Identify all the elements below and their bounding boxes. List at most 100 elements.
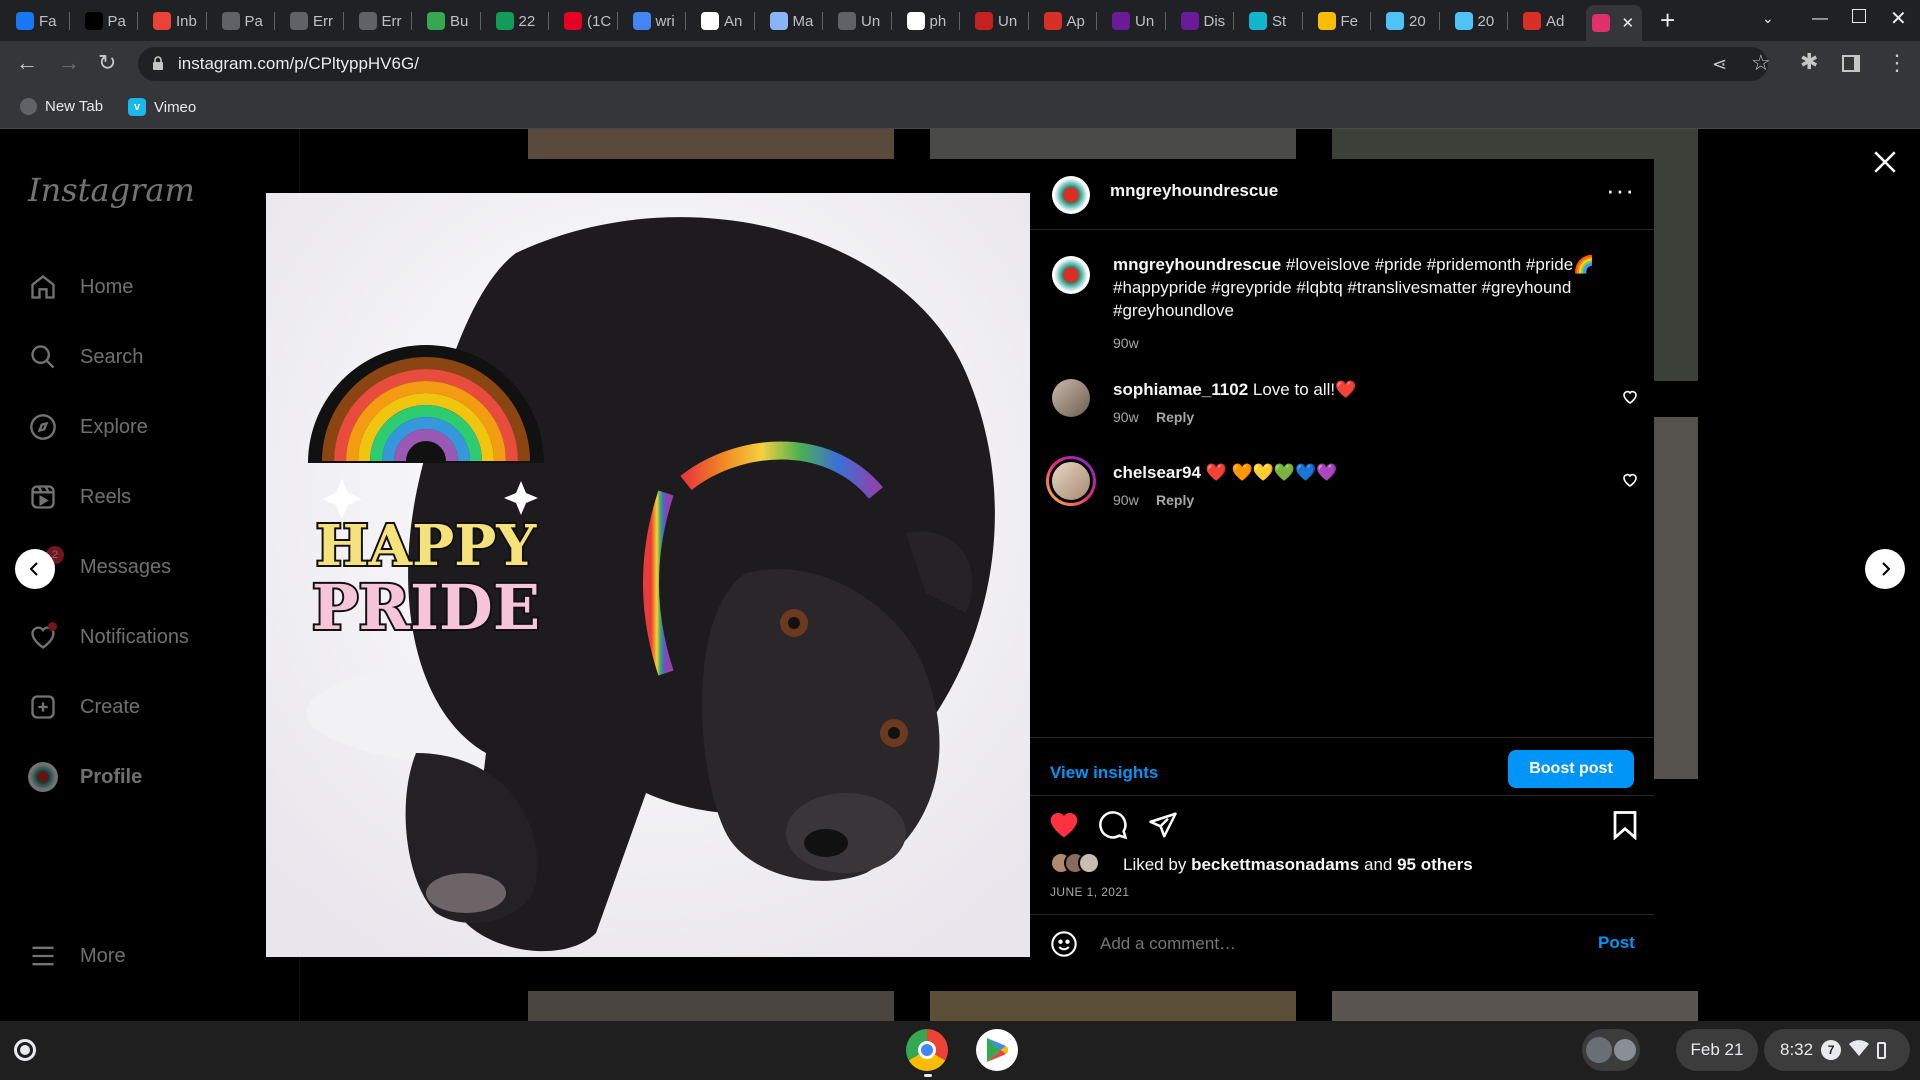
next-post-button[interactable] [1865, 549, 1905, 589]
status-tray[interactable]: 8:32 7 [1764, 1029, 1910, 1071]
browser-tab[interactable]: Inb [147, 8, 203, 34]
search-icon [28, 342, 58, 372]
post-image[interactable]: HAPPY PRIDE [266, 193, 1030, 957]
browser-tab[interactable]: Ad [1517, 8, 1573, 34]
comment-input[interactable] [1100, 929, 1540, 959]
restore-button[interactable] [1852, 9, 1866, 23]
browser-tab[interactable]: Un [969, 8, 1025, 34]
browser-tab[interactable]: Fa [10, 8, 66, 34]
post-date[interactable]: JUNE 1, 2021 [1050, 885, 1130, 899]
browser-tab[interactable]: Err [353, 8, 409, 34]
sidebar-item-create[interactable]: Create [28, 692, 140, 722]
browser-tab[interactable]: Ma [764, 8, 820, 34]
tab-search-chevron-icon[interactable]: ⌄ [1762, 10, 1774, 27]
browser-tab[interactable]: ph [901, 8, 957, 34]
bookmark-star-icon[interactable]: ☆ [1751, 52, 1771, 74]
google-icon [906, 12, 925, 30]
tab-separator [1096, 12, 1097, 30]
browser-tab[interactable]: An [695, 8, 751, 34]
minimize-button[interactable]: — [1812, 10, 1828, 28]
browser-tab[interactable]: Bu [421, 8, 477, 34]
sidebar-item-search[interactable]: Search [28, 342, 143, 372]
sidebar-item-explore[interactable]: Explore [28, 412, 148, 442]
background-thumbnail [930, 991, 1296, 1021]
extensions-icon[interactable]: ✱ [1800, 51, 1818, 73]
reply-button[interactable]: Reply [1156, 492, 1194, 508]
previous-post-button[interactable] [15, 549, 55, 589]
comment-icon[interactable] [1098, 810, 1128, 845]
save-bookmark-icon[interactable] [1612, 810, 1638, 845]
author-avatar[interactable] [1052, 176, 1090, 214]
plus-green-icon [495, 12, 514, 30]
browser-tab[interactable]: 22 [490, 8, 546, 34]
share-icon[interactable]: ⋖ [1712, 53, 1727, 75]
browser-tab[interactable]: (1C [558, 8, 614, 34]
header-divider [1030, 229, 1654, 230]
close-modal-icon[interactable] [1872, 149, 1898, 180]
close-window-button[interactable]: ✕ [1890, 6, 1907, 31]
reply-button[interactable]: Reply [1156, 409, 1194, 425]
browser-tab[interactable]: Ap [1038, 8, 1094, 34]
browser-tab[interactable]: Dis [1175, 8, 1231, 34]
liked-by-user[interactable]: beckettmasonadams [1191, 855, 1359, 874]
caption-username[interactable]: mngreyhoundrescue [1113, 255, 1281, 274]
launcher-icon[interactable] [14, 1039, 36, 1061]
liked-by-others[interactable]: 95 others [1397, 855, 1473, 874]
comment-like-icon[interactable] [1622, 389, 1638, 410]
url-text[interactable]: instagram.com/p/CPltyppHV6G/ [178, 54, 419, 74]
comment-like-icon[interactable] [1622, 472, 1638, 493]
tab-separator [342, 12, 344, 30]
chrome-app-icon[interactable] [906, 1029, 948, 1071]
commenter-avatar[interactable] [1052, 379, 1090, 417]
story-ring[interactable] [1046, 456, 1096, 506]
browser-tab[interactable]: Un [1106, 8, 1162, 34]
lock-icon[interactable] [152, 56, 163, 70]
new-tab-button[interactable]: + [1660, 7, 1675, 33]
more-options-icon[interactable]: ··· [1606, 175, 1635, 206]
bookmark-vimeo[interactable]: v Vimeo [128, 98, 196, 116]
tote-holding-space[interactable] [1582, 1029, 1640, 1071]
tab-title: Un [1135, 12, 1155, 30]
browser-tab[interactable]: 20 [1380, 8, 1436, 34]
tab-title: Un [998, 12, 1018, 30]
like-icon[interactable] [1048, 809, 1080, 844]
reload-icon[interactable]: ↻ [98, 52, 116, 74]
view-insights-link[interactable]: View insights [1050, 763, 1158, 783]
sidebar-item-home[interactable]: Home [28, 272, 133, 302]
caption-avatar[interactable] [1052, 256, 1090, 294]
browser-tab[interactable]: Fe [1312, 8, 1368, 34]
browser-tab[interactable]: Err [284, 8, 340, 34]
browser-tab[interactable]: St [1243, 8, 1299, 34]
browser-tab[interactable]: 20 [1449, 8, 1505, 34]
author-username[interactable]: mngreyhoundrescue [1110, 181, 1278, 201]
share-direct-icon[interactable] [1148, 810, 1178, 845]
menu-kebab-icon[interactable]: ⋮ [1886, 52, 1908, 74]
post-comment-button[interactable]: Post [1598, 933, 1635, 953]
bookmark-new-tab[interactable]: New Tab [20, 98, 103, 115]
bookmark-green-icon [427, 12, 445, 30]
sidebar-item-label: Explore [80, 415, 148, 438]
sidebar-item-reels[interactable]: Reels [28, 482, 131, 512]
browser-tab[interactable]: ✕ [1585, 5, 1642, 41]
close-tab-icon[interactable]: ✕ [1622, 14, 1635, 32]
emoji-icon[interactable] [1050, 930, 1078, 963]
boost-post-button[interactable]: Boost post [1508, 750, 1634, 788]
comment-username[interactable]: chelsear94 [1113, 463, 1201, 482]
comment-username[interactable]: sophiamae_1102 [1113, 380, 1248, 399]
caption: mngreyhoundrescue #loveislove #pride #pr… [1113, 253, 1623, 322]
sidebar-item-profile[interactable]: Profile [28, 762, 142, 792]
browser-tab[interactable]: Pa [216, 8, 272, 34]
forward-icon[interactable]: → [58, 52, 80, 74]
back-icon[interactable]: ← [16, 52, 38, 74]
globe-icon [358, 12, 377, 30]
side-panel-icon[interactable] [1842, 55, 1860, 72]
sidebar-item-more[interactable]: More [28, 941, 126, 971]
sidebar-item-notifications[interactable]: Notifications [28, 622, 189, 652]
date-tray[interactable]: Feb 21 [1676, 1029, 1758, 1071]
instagram-logo[interactable]: Instagram [28, 171, 195, 209]
browser-tab[interactable]: Un [832, 8, 888, 34]
play-store-icon[interactable] [976, 1029, 1018, 1071]
browser-tab[interactable]: Pa [79, 8, 135, 34]
browser-tab[interactable]: wri [627, 8, 683, 34]
sidebar-item-label: Search [80, 345, 144, 368]
